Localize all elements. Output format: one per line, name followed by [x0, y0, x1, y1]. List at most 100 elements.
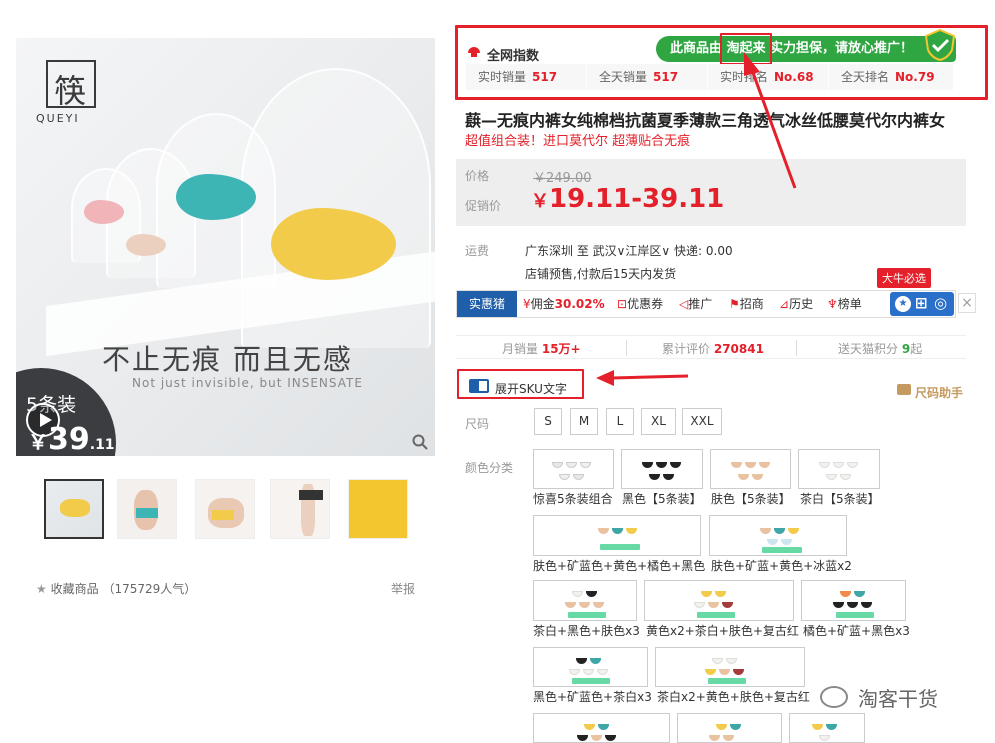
trophy-icon: ♆	[827, 297, 838, 311]
watermark-text: 淘客干货	[858, 687, 938, 711]
popularity-count: （175729人气）	[102, 582, 197, 596]
toolbar-ranking[interactable]: ♆榜单	[823, 291, 866, 317]
color-option-image[interactable]	[644, 580, 794, 621]
product-title: 蕻—无痕内裤女纯棉档抗菌夏季薄款三角透气冰丝低腰莫代尔内裤女	[465, 111, 946, 130]
reviews-label: 累计评价	[662, 342, 711, 356]
shipping-label: 运费	[465, 244, 490, 258]
toolbar-label: 招商	[739, 297, 764, 311]
color-option-label[interactable]: 肤色+矿蓝色+黄色+橘色+黑色	[533, 557, 705, 574]
close-icon[interactable]: ×	[958, 293, 976, 313]
color-option-image[interactable]	[533, 515, 701, 556]
color-option-image[interactable]	[789, 713, 865, 743]
brand-logo: 筷	[46, 60, 96, 110]
toolbar-main-button[interactable]: 实惠猪	[457, 291, 517, 317]
report-link[interactable]: 举报	[391, 580, 415, 597]
total-reviews[interactable]: 累计评价 270841	[662, 340, 764, 357]
favorite-link[interactable]: ★ 收藏商品 （175729人气）	[36, 580, 196, 597]
price-box: 价格 ￥249.00 促销价 ￥19.11-39.11	[456, 159, 966, 226]
commission-value: 30.02%	[554, 297, 605, 311]
commission-label: 佣金	[530, 297, 555, 311]
stat-value: 517	[653, 70, 679, 84]
slogan: 不止无痕 而且无感	[102, 343, 353, 376]
promo-currency: ￥	[531, 191, 549, 212]
size-option-xl[interactable]: XL	[641, 408, 676, 435]
brand-highlight-box	[720, 33, 772, 65]
color-option-label[interactable]: 橘色+矿蓝+黑色x3	[803, 622, 910, 639]
color-option-image[interactable]	[798, 449, 880, 489]
product-subtitle: 超值组合装！进口莫代尔 超薄贴合无痕	[465, 134, 691, 149]
monthly-sales: 月销量 15万+	[502, 340, 581, 357]
color-option-image[interactable]	[533, 713, 670, 743]
divider	[626, 340, 627, 356]
monthly-sales-label: 月销量	[502, 342, 539, 356]
color-option-image[interactable]	[677, 713, 782, 743]
size-option-l[interactable]: L	[606, 408, 634, 435]
brand-logo-text: QUEYI	[36, 112, 80, 125]
slogan-en: Not just invisible, but INSENSATE	[132, 376, 363, 390]
color-option-label[interactable]: 惊喜5条装组合	[533, 490, 613, 507]
sku-toggle-label[interactable]: 展开SKU文字	[495, 380, 567, 397]
toolbar-recruit[interactable]: ⚑招商	[725, 291, 768, 317]
thumbnail-3[interactable]	[195, 479, 255, 539]
toolbar-promote[interactable]: ◁推广	[675, 291, 716, 317]
color-option-image[interactable]	[621, 449, 703, 489]
stat-daily-sales: 全天销量 517	[587, 64, 708, 90]
color-option-label[interactable]: 黄色x2+茶白+肤色+复古红	[646, 622, 799, 639]
stat-value: 517	[532, 70, 558, 84]
flag-icon: ⚑	[729, 297, 740, 311]
coupon-icon: ⊡	[617, 297, 628, 311]
color-option-label[interactable]: 茶白x2+黄色+肤色+复古红	[657, 688, 810, 705]
stat-realtime-rank: 实时排名 No.68	[708, 64, 829, 90]
size-option-m[interactable]: M	[570, 408, 598, 435]
coin-icon: ¥	[523, 297, 531, 311]
size-option-xxl[interactable]: XXL	[682, 408, 722, 435]
color-option-image[interactable]	[533, 580, 637, 621]
main-product-image[interactable]: 筷 QUEYI 不止无痕 而且无感 Not just invisible, bu…	[16, 38, 435, 456]
plugin-toolbar: 实惠猪 ¥佣金30.02% ⊡优惠券 ◁推广 ⚑招商 ⊿历史 ♆榜单	[456, 290, 956, 318]
size-option-s[interactable]: S	[534, 408, 562, 435]
swirl-icon: ◎	[934, 294, 948, 312]
pack-price-int: 39	[48, 422, 90, 456]
toolbar-label: 榜单	[837, 297, 862, 311]
ruler-icon	[897, 384, 911, 395]
color-option-label[interactable]: 黑色【5条装】	[622, 490, 702, 507]
color-option-image[interactable]	[533, 647, 648, 687]
thumbnail-1[interactable]	[44, 479, 104, 539]
toolbar-commission[interactable]: ¥佣金30.02%	[519, 291, 609, 317]
color-option-label[interactable]: 黑色+矿蓝色+茶白x3	[533, 688, 652, 705]
shipping-route[interactable]: 广东深圳 至 武汉∨江岸区∨ 快递: 0.00	[525, 242, 733, 259]
color-label: 颜色分类	[465, 461, 514, 475]
toolbar-label: 推广	[688, 297, 713, 311]
color-option-image[interactable]	[710, 449, 791, 489]
megaphone-icon: ◁	[679, 297, 689, 311]
chart-icon: ⊿	[779, 297, 790, 311]
color-option-label[interactable]: 茶白【5条装】	[800, 490, 880, 507]
color-option-image[interactable]	[801, 580, 906, 621]
color-option-image[interactable]	[533, 449, 614, 489]
tmall-points: 送天猫积分 9起	[838, 340, 922, 357]
size-helper-link[interactable]: 尺码助手	[915, 384, 963, 401]
toolbar-coupon[interactable]: ⊡优惠券	[613, 291, 667, 317]
sales-stats-row: 月销量 15万+ 累计评价 270841 送天猫积分 9起	[456, 335, 966, 359]
search-icon[interactable]	[412, 434, 428, 450]
color-option-label[interactable]: 肤色【5条装】	[711, 490, 791, 507]
color-option-label[interactable]: 肤色+矿蓝+黄色+冰蓝x2	[711, 557, 852, 574]
arrow-to-sku-toggle	[611, 374, 689, 380]
thumbnail-4[interactable]	[270, 479, 330, 539]
stat-label: 实时排名	[720, 70, 769, 84]
stat-value: No.79	[895, 70, 935, 84]
toolbar-history[interactable]: ⊿历史	[775, 291, 817, 317]
stat-realtime-sales: 实时销量 517	[466, 64, 587, 90]
color-option-label[interactable]: 茶白+黑色+肤色x3	[533, 622, 640, 639]
plugin-icons-group[interactable]: ★ ⊞ ◎	[890, 292, 954, 316]
color-option-image[interactable]	[655, 647, 805, 687]
thumbnail-5[interactable]	[348, 479, 408, 539]
pack-price: ￥39.11	[28, 422, 115, 456]
sku-toggle-switch[interactable]	[469, 379, 489, 393]
stat-value: No.68	[774, 70, 814, 84]
color-option-image[interactable]	[709, 515, 847, 556]
toolbar-label: 优惠券	[627, 297, 664, 311]
thumbnail-2[interactable]	[117, 479, 177, 539]
hot-badge: 大牛必选	[877, 268, 931, 288]
brand-logo-glyph: 筷	[54, 72, 87, 110]
